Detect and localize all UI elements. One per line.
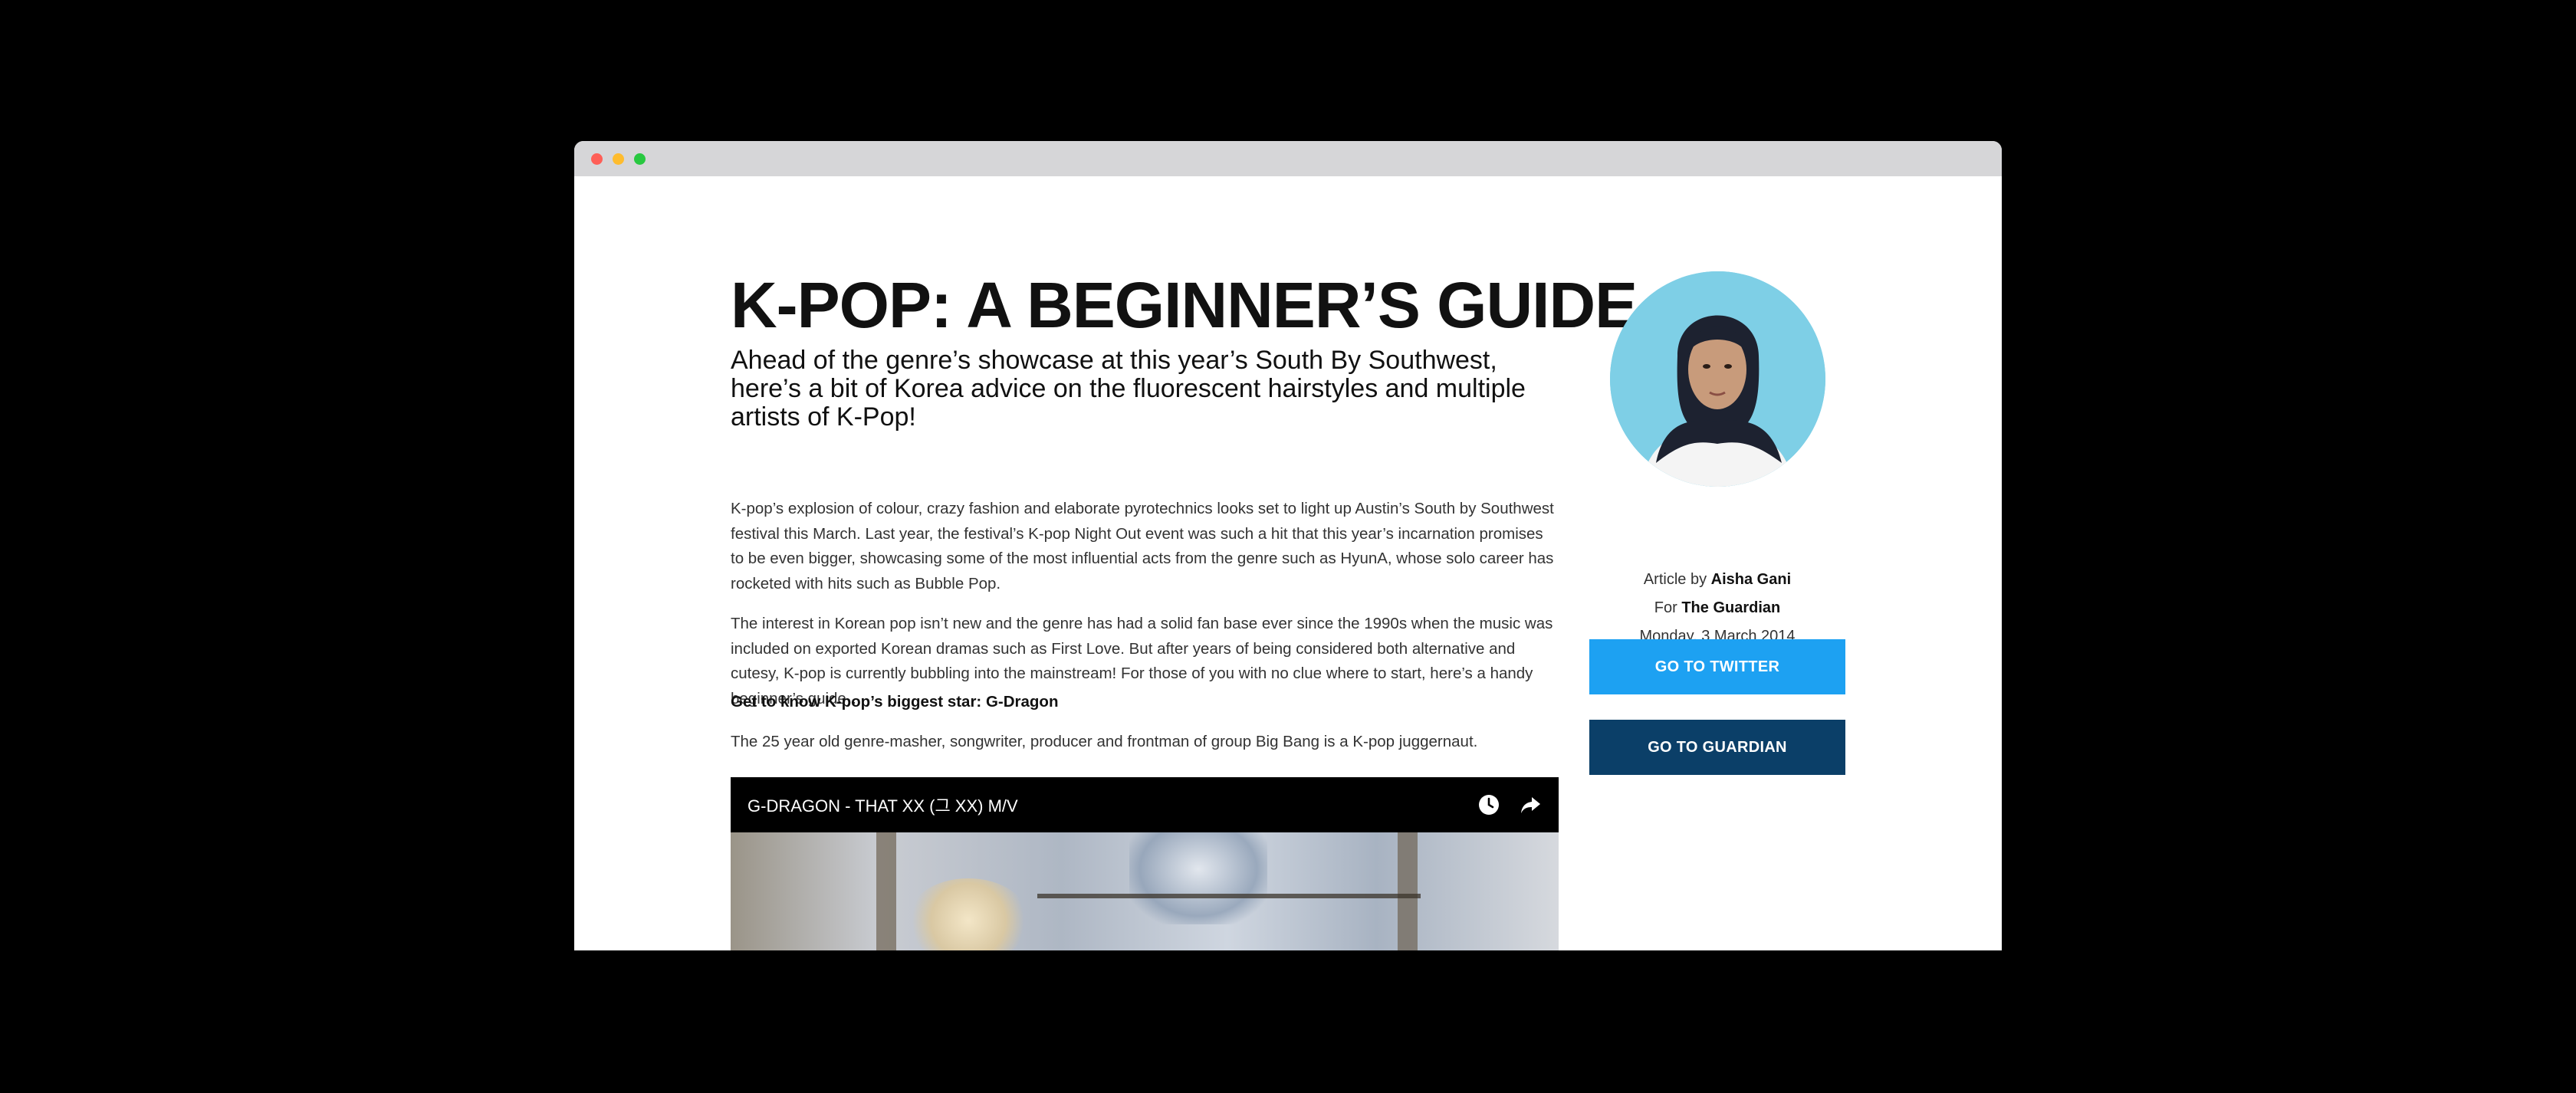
article-subtitle: Ahead of the genre’s showcase at this ye… [731,346,1526,432]
window-titlebar [574,141,2002,176]
video-thumbnail[interactable] [731,832,1559,950]
publication-line: For The Guardian [1654,599,1781,616]
go-to-guardian-button[interactable]: GO TO GUARDIAN [1589,720,1845,775]
video-embed[interactable]: G-DRAGON - THAT XX (그 XX) M/V [731,777,1559,950]
share-icon[interactable] [1519,793,1542,816]
byline: Article by Aisha Gani For The Guardian M… [1589,566,1845,651]
author-line: Article by Aisha Gani [1643,571,1792,588]
publication-name: The Guardian [1681,599,1781,616]
browser-window: K-POP: A BEGINNER’S GUIDE Ahead of the g… [574,141,2002,950]
video-title[interactable]: G-DRAGON - THAT XX (그 XX) M/V [748,793,1018,817]
article-paragraph: K-pop’s explosion of colour, crazy fashi… [731,500,1554,592]
maximize-window-button[interactable] [634,153,646,165]
page-content: K-POP: A BEGINNER’S GUIDE Ahead of the g… [574,176,2002,950]
video-header: G-DRAGON - THAT XX (그 XX) M/V [731,777,1559,832]
clock-icon[interactable] [1477,793,1500,816]
section-heading: Get to know K-pop’s biggest star: G-Drag… [731,693,1059,711]
author-name: Aisha Gani [1710,571,1792,588]
article-paragraph: The 25 year old genre-masher, songwriter… [731,733,1478,750]
minimize-window-button[interactable] [613,153,624,165]
go-to-twitter-button[interactable]: GO TO TWITTER [1589,639,1845,694]
article-title: K-POP: A BEGINNER’S GUIDE [731,269,1638,341]
close-window-button[interactable] [591,153,603,165]
author-avatar [1610,271,1825,487]
